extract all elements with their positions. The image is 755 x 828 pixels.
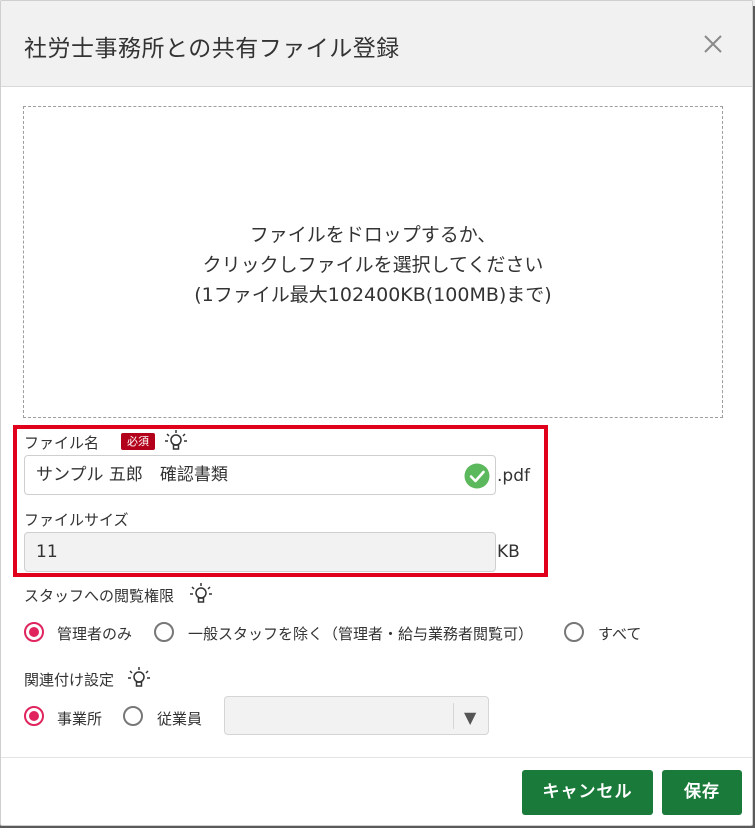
radio-exclude-general-staff[interactable] — [154, 622, 174, 642]
lightbulb-icon[interactable] — [189, 582, 213, 606]
association-label: 関連付け設定 — [24, 671, 115, 689]
radio-employee[interactable] — [123, 706, 143, 726]
chevron-down-icon: ▼ — [464, 708, 477, 727]
radio-all[interactable] — [564, 622, 584, 642]
lightbulb-icon[interactable] — [127, 666, 151, 690]
cancel-button[interactable]: キャンセル — [522, 770, 653, 815]
dropzone-line-2: クリックしファイルを選択してください — [202, 254, 544, 276]
radio-admin-only[interactable] — [24, 622, 44, 642]
close-icon — [704, 35, 722, 53]
dialog-title: 社労士事務所との共有ファイル登録 — [24, 36, 400, 62]
close-button[interactable] — [700, 31, 726, 57]
file-dropzone[interactable]: ファイルをドロップするか、 クリックしファイルを選択してください (1ファイル最… — [23, 106, 723, 418]
file-extension: .pdf — [497, 466, 530, 486]
lightbulb-icon[interactable] — [164, 429, 188, 453]
radio-employee-label[interactable]: 従業員 — [157, 708, 202, 729]
radio-office-label[interactable]: 事業所 — [57, 708, 102, 729]
select-divider — [453, 703, 454, 729]
footer-divider — [1, 757, 752, 758]
dropzone-instructions: ファイルをドロップするか、 クリックしファイルを選択してください (1ファイル最… — [24, 220, 722, 310]
file-size-label: ファイルサイズ — [24, 511, 129, 529]
save-button[interactable]: 保存 — [662, 770, 742, 815]
radio-all-label[interactable]: すべて — [598, 623, 641, 644]
file-name-input[interactable]: サンプル 五郎 確認書類 — [24, 455, 496, 495]
radio-exclude-general-staff-label[interactable]: 一般スタッフを除く（管理者・給与業務者閲覧可） — [188, 623, 533, 644]
staff-permission-label: スタッフへの閲覧権限 — [24, 587, 175, 605]
check-circle-icon — [464, 463, 490, 489]
radio-office[interactable] — [24, 706, 44, 726]
dropzone-line-3: (1ファイル最大102400KB(100MB)まで) — [194, 284, 552, 306]
file-name-label: ファイル名 — [24, 434, 100, 452]
association-select[interactable]: ▼ — [224, 696, 489, 735]
dropzone-line-1: ファイルをドロップするか、 — [249, 224, 497, 246]
required-badge: 必須 — [121, 433, 155, 450]
file-size-field: 11 — [24, 532, 496, 572]
radio-admin-only-label[interactable]: 管理者のみ — [57, 623, 132, 644]
dialog-header: 社労士事務所との共有ファイル登録 — [1, 1, 752, 87]
file-upload-dialog: 社労士事務所との共有ファイル登録 ファイルをドロップするか、 クリックしファイル… — [0, 0, 753, 826]
file-size-unit: KB — [497, 542, 520, 562]
